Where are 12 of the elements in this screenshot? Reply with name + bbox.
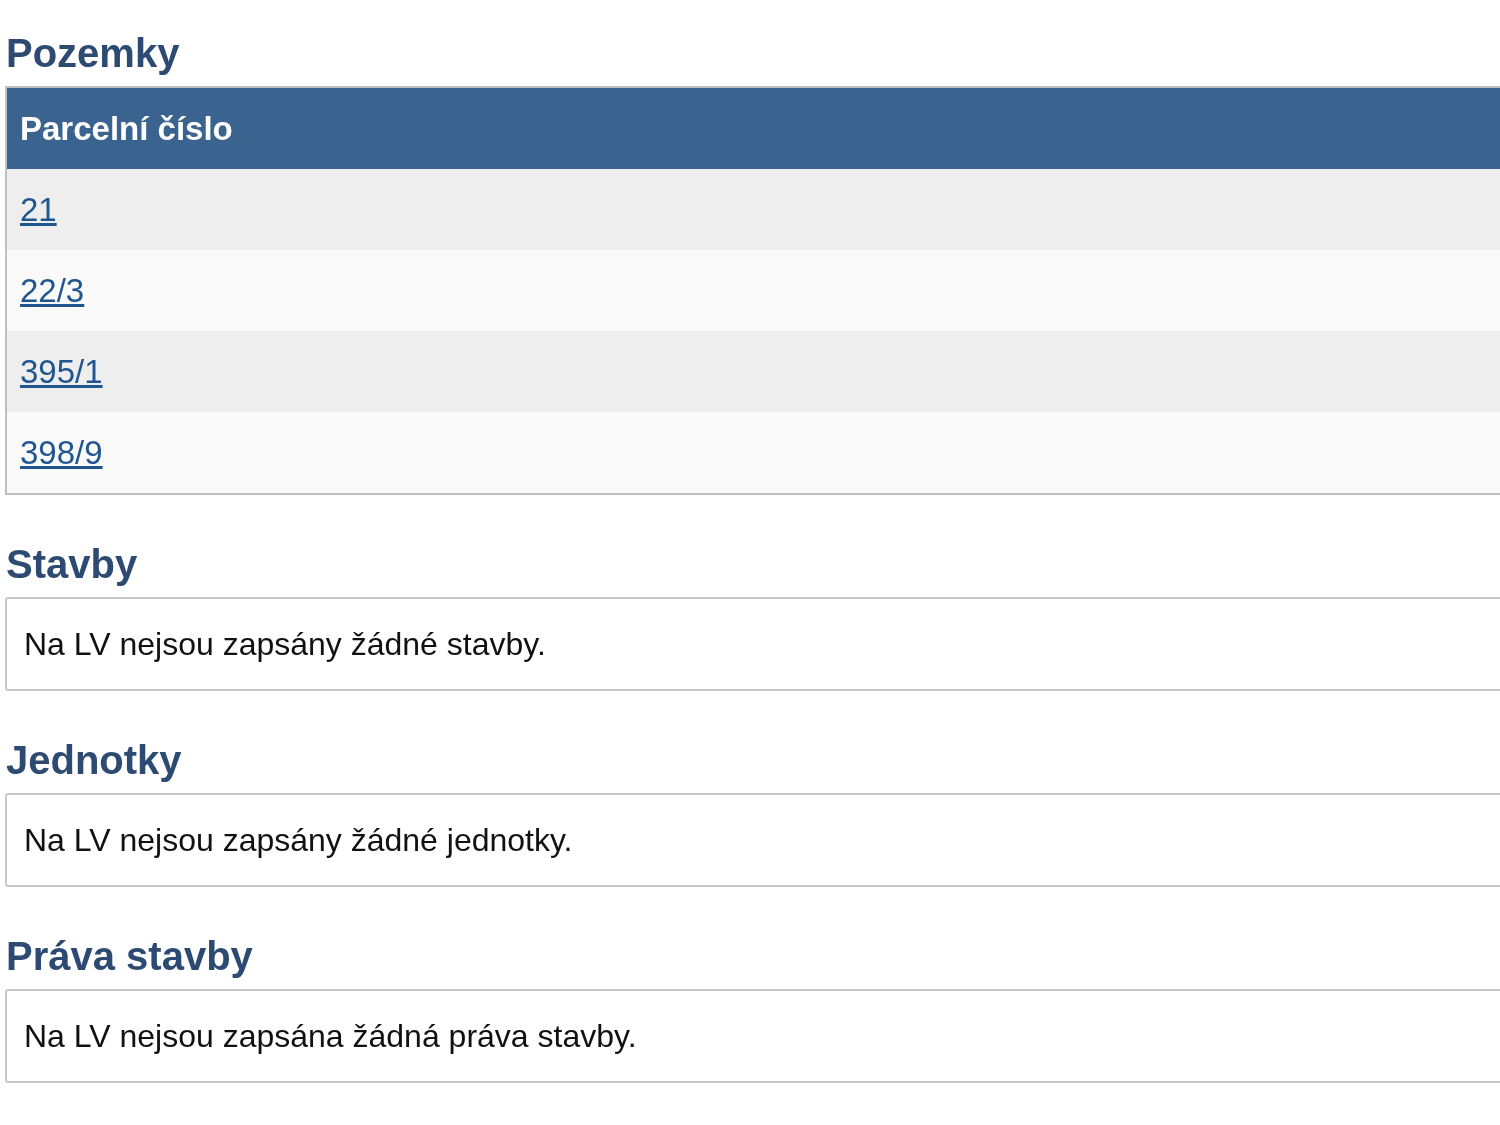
parcel-link[interactable]: 21 — [20, 190, 57, 229]
section-heading: Práva stavby — [6, 933, 254, 979]
parcel-link[interactable]: 398/9 — [20, 433, 103, 472]
section-heading: Stavby — [6, 541, 139, 587]
section-heading: Jednotky — [6, 737, 183, 783]
info-text: Na LV nejsou zapsány žádné jednotky. — [24, 821, 573, 859]
info-text: Na LV nejsou zapsána žádná práva stavby. — [24, 1017, 637, 1055]
parcel-link[interactable]: 22/3 — [20, 271, 85, 310]
parcel-link[interactable]: 395/1 — [20, 352, 103, 391]
column-header: Parcelní číslo — [20, 109, 233, 148]
section-heading: Pozemky — [6, 30, 181, 76]
info-text: Na LV nejsou zapsány žádné stavby. — [24, 625, 546, 663]
